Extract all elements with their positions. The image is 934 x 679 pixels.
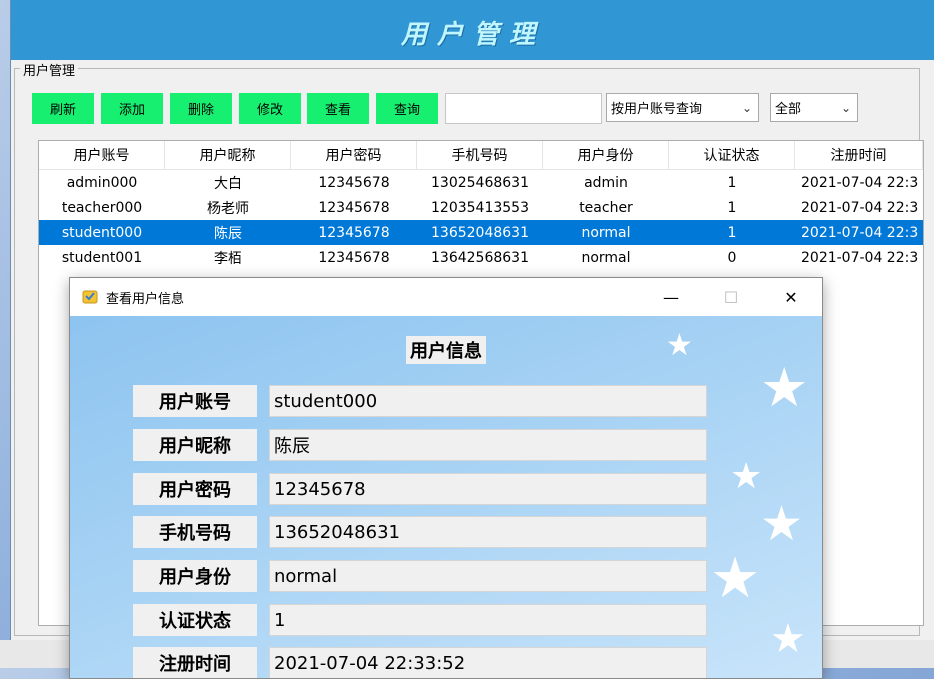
table-cell: admin — [584, 174, 628, 191]
dialog-heading: 用户信息 — [406, 336, 486, 364]
table-row[interactable]: student001 李栢 12345678 13642568631 norma… — [39, 245, 923, 270]
chevron-down-icon: ⌄ — [741, 101, 752, 115]
table-cell: admin000 — [66, 174, 138, 191]
star-decoration: ★ — [710, 546, 761, 611]
table-cell: 12345678 — [318, 174, 390, 191]
table-cell: normal — [581, 224, 631, 241]
filter-select[interactable]: 全部 ⌄ — [770, 93, 858, 122]
star-decoration: ★ — [666, 328, 693, 363]
table-cell: 12345678 — [318, 224, 390, 241]
table-cell: 12345678 — [318, 199, 390, 216]
table-cell: normal — [581, 249, 631, 266]
star-decoration: ★ — [760, 356, 809, 419]
field-label: 用户身份 — [133, 560, 257, 592]
field-label: 用户账号 — [133, 385, 257, 417]
column-header[interactable]: 认证状态 — [669, 141, 795, 169]
maximize-button[interactable]: ☐ — [708, 282, 754, 312]
dialog-titlebar[interactable]: 查看用户信息 — ☐ ✕ — [70, 278, 822, 316]
phone-field[interactable]: 13652048631 — [269, 516, 707, 548]
table-cell: 杨老师 — [207, 200, 249, 217]
column-header[interactable]: 用户昵称 — [165, 141, 291, 169]
table-row[interactable]: admin000 大白 12345678 13025468631 admin 1… — [39, 170, 923, 195]
table-cell: 陈辰 — [214, 225, 242, 242]
table-cell: 12035413553 — [431, 199, 529, 216]
table-cell: student000 — [61, 224, 143, 241]
dialog-title: 查看用户信息 — [106, 292, 185, 307]
table-row[interactable]: teacher000 杨老师 12345678 12035413553 teac… — [39, 195, 923, 220]
modify-button[interactable]: 修改 — [239, 93, 301, 124]
table-row-selected[interactable]: student000 陈辰 12345678 13652048631 norma… — [39, 220, 923, 245]
search-input[interactable] — [445, 93, 602, 124]
column-header[interactable]: 用户身份 — [543, 141, 669, 169]
table-cell: 2021-07-04 22:3 — [801, 199, 919, 216]
minimize-button[interactable]: — — [648, 282, 694, 312]
account-field[interactable]: student000 — [269, 385, 707, 417]
field-label: 注册时间 — [133, 647, 257, 678]
query-button[interactable]: 查询 — [376, 93, 438, 124]
view-button[interactable]: 查看 — [307, 93, 369, 124]
verification-status-field[interactable]: 1 — [269, 604, 707, 636]
table-cell: 13025468631 — [431, 174, 529, 191]
table-cell: teacher000 — [61, 199, 143, 216]
table-cell: 0 — [727, 249, 737, 266]
table-cell: teacher — [579, 199, 633, 216]
registration-time-field[interactable]: 2021-07-04 22:33:52 — [269, 647, 707, 678]
table-cell: 1 — [727, 224, 737, 241]
app-icon — [82, 290, 98, 304]
table-cell: 2021-07-04 22:3 — [801, 224, 919, 241]
table-cell: 2021-07-04 22:3 — [801, 174, 919, 191]
view-user-dialog: 查看用户信息 — ☐ ✕ ★ ★ ★ ★ ★ ★ 用户信息 用户账号 stude… — [69, 277, 823, 679]
table-header: 用户账号 用户昵称 用户密码 手机号码 用户身份 认证状态 注册时间 — [39, 141, 923, 170]
group-label: 用户管理 — [20, 60, 79, 79]
password-field[interactable]: 12345678 — [269, 473, 707, 505]
table-cell: 1 — [727, 199, 737, 216]
column-header[interactable]: 用户账号 — [39, 141, 165, 169]
dialog-body: ★ ★ ★ ★ ★ ★ 用户信息 用户账号 student000 用户昵称 陈辰… — [70, 316, 822, 678]
refresh-button[interactable]: 刷新 — [32, 93, 94, 124]
field-label: 用户昵称 — [133, 429, 257, 461]
table-cell: 13652048631 — [431, 224, 529, 241]
star-decoration: ★ — [770, 616, 806, 662]
close-button[interactable]: ✕ — [768, 282, 814, 312]
delete-button[interactable]: 删除 — [170, 93, 232, 124]
column-header[interactable]: 手机号码 — [417, 141, 543, 169]
table-cell: 12345678 — [318, 249, 390, 266]
table-cell: 13642568631 — [431, 249, 529, 266]
star-decoration: ★ — [730, 456, 763, 497]
column-header[interactable]: 注册时间 — [795, 141, 923, 169]
filter-value: 全部 — [775, 102, 802, 117]
query-mode-value: 按用户账号查询 — [611, 102, 703, 117]
table-cell: 大白 — [214, 175, 242, 192]
field-label: 用户密码 — [133, 473, 257, 505]
star-decoration: ★ — [760, 496, 804, 552]
table-cell: 李栢 — [214, 250, 242, 267]
field-label: 手机号码 — [133, 516, 257, 548]
title-banner: 用户管理 — [11, 0, 934, 60]
column-header[interactable]: 用户密码 — [291, 141, 417, 169]
banner-title: 用户管理 — [400, 20, 545, 50]
query-mode-select[interactable]: 按用户账号查询 ⌄ — [606, 93, 759, 122]
table-cell: student001 — [61, 249, 143, 266]
chevron-down-icon: ⌄ — [840, 101, 851, 115]
table-cell: 1 — [727, 174, 737, 191]
nickname-field[interactable]: 陈辰 — [269, 429, 707, 461]
table-cell: 2021-07-04 22:3 — [801, 249, 919, 266]
role-field[interactable]: normal — [269, 560, 707, 592]
add-button[interactable]: 添加 — [101, 93, 163, 124]
field-label: 认证状态 — [133, 604, 257, 636]
